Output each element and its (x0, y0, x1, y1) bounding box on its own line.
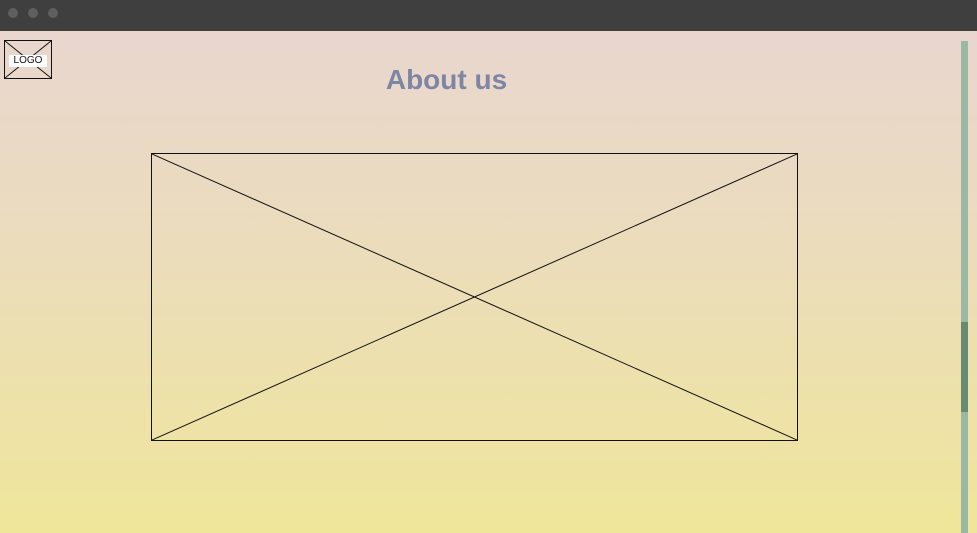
minimize-window-control[interactable] (28, 8, 38, 18)
main-image-placeholder (151, 153, 798, 441)
browser-window: LOGO About us (0, 0, 977, 533)
image-placeholder-x-icon (152, 154, 797, 440)
window-titlebar (0, 0, 977, 31)
scrollbar-thumb[interactable] (961, 322, 968, 412)
page-content: LOGO About us (0, 31, 977, 533)
vertical-scrollbar[interactable] (961, 41, 968, 533)
maximize-window-control[interactable] (48, 8, 58, 18)
page-title: About us (385, 64, 508, 95)
close-window-control[interactable] (8, 8, 18, 18)
